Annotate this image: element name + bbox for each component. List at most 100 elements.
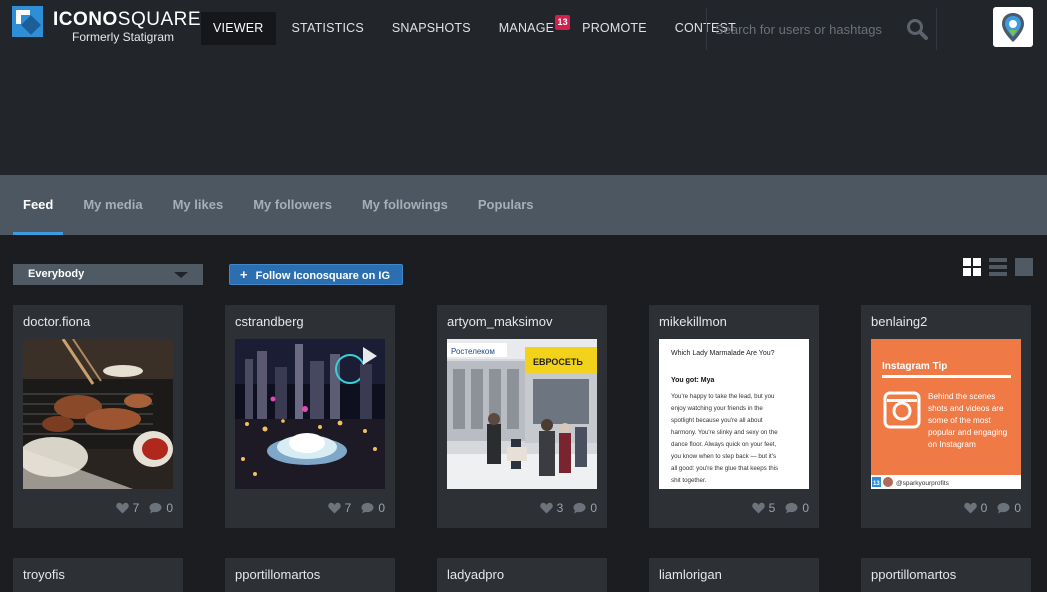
svg-text:spotlight because you're all a: spotlight because you're all about: [671, 417, 763, 424]
post-card: pportillomartos: [861, 558, 1031, 592]
tab-my-media[interactable]: My media: [73, 175, 152, 235]
post-stats: 3 0: [530, 501, 597, 515]
post-stats: 5 0: [742, 501, 809, 515]
comments-count[interactable]: 0: [361, 501, 385, 515]
post-stats: 0 0: [954, 501, 1021, 515]
nav-snapshots[interactable]: SNAPSHOTS: [380, 12, 483, 45]
search-icon[interactable]: [905, 17, 929, 41]
post-username[interactable]: mikekillmon: [659, 314, 727, 329]
post-stats: 7 0: [106, 501, 173, 515]
post-card: doctor.fiona 7 0: [13, 305, 183, 528]
nav-manage[interactable]: MANAGE 13: [487, 12, 571, 45]
tab-feed[interactable]: Feed: [13, 175, 64, 235]
search-box: [706, 8, 937, 50]
tab-my-followings[interactable]: My followings: [352, 175, 458, 235]
post-card: troyofis: [13, 558, 183, 592]
filter-selected-value: Everybody: [28, 268, 85, 280]
heart-icon: [327, 502, 341, 514]
post-photo[interactable]: Instagram Tip Behind the scenes shots an…: [871, 339, 1021, 489]
post-card: artyom_maksimov Ростелеком ЕВРОСЕТЬ 3 0: [437, 305, 607, 528]
comments-count[interactable]: 0: [149, 501, 173, 515]
svg-text:You're happy to take the lead,: You're happy to take the lead, but you: [671, 393, 775, 400]
iconosquare-logo[interactable]: ICONOSQUARE Formerly Statigram: [12, 6, 201, 46]
post-photo[interactable]: [235, 339, 385, 489]
follow-button-label: Follow Iconosquare on IG: [255, 270, 391, 282]
search-input[interactable]: [715, 18, 895, 40]
svg-text:13: 13: [873, 481, 880, 487]
comment-icon: [573, 502, 586, 514]
post-username[interactable]: troyofis: [23, 567, 65, 582]
post-card: mikekillmon Which Lady Marmalade Are You…: [649, 305, 819, 528]
heart-icon: [963, 502, 977, 514]
post-card: benlaing2 Instagram Tip Behind the scene…: [861, 305, 1031, 528]
nav-promote[interactable]: PROMOTE: [570, 12, 659, 45]
likes-count[interactable]: 0: [963, 501, 987, 515]
post-card: ladyadpro: [437, 558, 607, 592]
main-nav: VIEWER STATISTICS SNAPSHOTS MANAGE 13 PR…: [201, 12, 752, 45]
comment-icon: [361, 502, 374, 514]
chevron-down-icon: [174, 272, 188, 278]
svg-text:shit together.: shit together.: [671, 477, 707, 484]
post-photo[interactable]: [23, 339, 173, 489]
svg-text:ЕВРОСЕТЬ: ЕВРОСЕТЬ: [533, 357, 583, 367]
heart-icon: [539, 502, 553, 514]
svg-text:enjoy watching your friends in: enjoy watching your friends in the: [671, 405, 763, 412]
svg-text:shots and videos are: shots and videos are: [928, 404, 1004, 413]
post-username[interactable]: liamlorigan: [659, 567, 722, 582]
nav-viewer[interactable]: VIEWER: [201, 12, 276, 45]
post-stats: 7 0: [318, 501, 385, 515]
post-card: cstrandberg 7 0: [225, 305, 395, 528]
post-username[interactable]: artyom_maksimov: [447, 314, 552, 329]
likes-count[interactable]: 3: [539, 501, 563, 515]
tab-populars[interactable]: Populars: [468, 175, 544, 235]
list-view-icon[interactable]: [989, 258, 1007, 276]
audience-filter-select[interactable]: Everybody: [13, 264, 203, 285]
tab-my-likes[interactable]: My likes: [163, 175, 234, 235]
svg-text:Which Lady Marmalade Are You?: Which Lady Marmalade Are You?: [671, 350, 775, 357]
nav-statistics[interactable]: STATISTICS: [280, 12, 376, 45]
svg-text:some of the most: some of the most: [928, 416, 992, 425]
svg-text:Ростелеком: Ростелеком: [451, 347, 495, 356]
plus-icon: +: [240, 267, 248, 282]
account-avatar[interactable]: [993, 7, 1033, 47]
iconosquare-logo-icon: [12, 6, 43, 37]
comments-count[interactable]: 0: [573, 501, 597, 515]
post-username[interactable]: benlaing2: [871, 314, 927, 329]
view-mode-toggles: [963, 258, 1041, 276]
likes-count[interactable]: 7: [115, 501, 139, 515]
svg-text:all good: you're the glue that: all good: you're the glue that keeps thi…: [671, 465, 778, 472]
post-card: pportillomartos: [225, 558, 395, 592]
notification-badge: 13: [555, 15, 571, 30]
post-username[interactable]: pportillomartos: [235, 567, 320, 582]
likes-count[interactable]: 7: [327, 501, 351, 515]
nav-manage-label: MANAGE: [498, 21, 555, 35]
brand-tagline: Formerly Statigram: [72, 30, 175, 44]
svg-text:harmony. You're slinky and sex: harmony. You're slinky and sexy on the: [671, 429, 778, 436]
post-username[interactable]: pportillomartos: [871, 567, 956, 582]
follow-iconosquare-button[interactable]: + Follow Iconosquare on IG: [229, 264, 403, 285]
post-photo[interactable]: Ростелеком ЕВРОСЕТЬ: [447, 339, 597, 489]
likes-count[interactable]: 5: [751, 501, 775, 515]
comments-count[interactable]: 0: [997, 501, 1021, 515]
svg-text:Instagram Tip: Instagram Tip: [882, 361, 947, 372]
comments-count[interactable]: 0: [785, 501, 809, 515]
single-view-icon[interactable]: [1015, 258, 1033, 276]
comment-icon: [149, 502, 162, 514]
grid-view-icon[interactable]: [963, 258, 981, 276]
post-photo[interactable]: Which Lady Marmalade Are You? You got: M…: [659, 339, 809, 489]
top-bar: ICONOSQUARE Formerly Statigram VIEWER ST…: [0, 0, 1047, 175]
svg-text:@sparkyourprofits: @sparkyourprofits: [896, 480, 950, 487]
svg-text:on Instagram: on Instagram: [928, 440, 976, 449]
post-username[interactable]: ladyadpro: [447, 567, 504, 582]
tab-my-followers[interactable]: My followers: [243, 175, 342, 235]
comment-icon: [997, 502, 1010, 514]
post-username[interactable]: cstrandberg: [235, 314, 304, 329]
svg-text:You got: Mya: You got: Mya: [671, 377, 715, 384]
brand-name: ICONOSQUARE: [53, 9, 202, 30]
viewer-tabs: Feed My media My likes My followers My f…: [0, 175, 1047, 235]
svg-text:popular and engaging: popular and engaging: [928, 428, 1008, 437]
heart-icon: [115, 502, 129, 514]
post-username[interactable]: doctor.fiona: [23, 314, 90, 329]
svg-text:Behind the scenes: Behind the scenes: [928, 392, 995, 401]
post-card: liamlorigan: [649, 558, 819, 592]
